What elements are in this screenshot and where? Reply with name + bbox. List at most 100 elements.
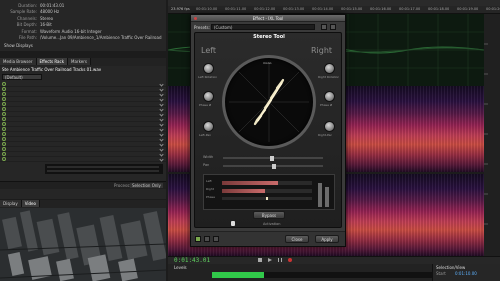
play-preview-button[interactable]: [213, 236, 219, 242]
effect-slot-power-icon[interactable]: [2, 107, 6, 111]
transport-bar: 0:01:43.01: [168, 256, 500, 264]
plugin-footer: Close Apply: [191, 231, 345, 246]
chevron-right-icon[interactable]: [159, 106, 164, 112]
file-info-value: 16-Bit: [40, 22, 52, 28]
effect-slot-power-icon[interactable]: [2, 152, 6, 156]
effect-slot-power-icon[interactable]: [2, 137, 6, 141]
chevron-right-icon[interactable]: [159, 141, 164, 147]
chevron-right-icon[interactable]: [159, 126, 164, 132]
bypass-button[interactable]: Bypass: [253, 211, 285, 219]
effect-slot-power-icon[interactable]: [2, 157, 6, 161]
stereo-tool-body: Stereo Tool Left Right mono Left Rotatio…: [194, 32, 342, 228]
meter-vertical-bars: [316, 177, 332, 207]
effect-slot-power-icon[interactable]: [2, 122, 6, 126]
file-info-value: 48000 Hz: [40, 9, 60, 15]
preset-delete-icon[interactable]: [330, 24, 336, 30]
timeline-ruler: 23.976 fps 00:01:10.00 00:01:11.00 00:01:1…: [168, 6, 500, 14]
right-pan-knob[interactable]: [324, 121, 335, 132]
pan-slider-thumb[interactable]: [272, 164, 276, 169]
chevron-right-icon[interactable]: [159, 146, 164, 152]
phase-left-knob[interactable]: [203, 91, 214, 102]
loop-toggle[interactable]: [204, 236, 210, 242]
right-knob-label-1: Right Rotation: [318, 75, 340, 79]
close-button[interactable]: Close: [285, 235, 309, 243]
left-level-meter: [222, 181, 312, 185]
left-tab[interactable]: Markers: [68, 58, 91, 65]
plugin-presets-row: Presets: (Custom): [191, 23, 345, 31]
width-slider-row: Width: [203, 155, 335, 161]
file-info-row: Sample Rate: 48000 Hz: [4, 9, 164, 16]
effect-slot-power-icon[interactable]: [2, 82, 6, 86]
right-knob-label-3: Right-Pan: [318, 133, 333, 137]
timeline-tick-label: 00:01:17.00: [399, 7, 421, 11]
left-tab[interactable]: Effects Rack: [36, 58, 69, 65]
pan-label: Pan: [203, 163, 210, 167]
pan-slider[interactable]: [223, 164, 323, 169]
right-level-meter: [222, 189, 312, 193]
process-select[interactable]: Selection Only: [130, 183, 163, 188]
chevron-right-icon[interactable]: [159, 116, 164, 122]
video-tab[interactable]: Display: [0, 200, 22, 207]
width-slider-thumb[interactable]: [270, 156, 274, 161]
chevron-right-icon[interactable]: [159, 111, 164, 117]
file-info-label: File Path:: [18, 35, 37, 41]
chevron-right-icon[interactable]: [159, 121, 164, 127]
effect-slot-power-icon[interactable]: [2, 102, 6, 106]
selection-start-value[interactable]: 0:01:10.00: [455, 271, 477, 276]
goniometer: mono: [222, 55, 316, 149]
apply-button[interactable]: Apply: [315, 235, 339, 243]
left-knob-column: Left Rotation Phase Ø Left-Pan: [198, 63, 220, 153]
chevron-right-icon[interactable]: [159, 136, 164, 142]
process-label: Process:: [114, 183, 131, 188]
file-info-row: Bit Depth: 16-Bit: [4, 22, 164, 29]
stop-button[interactable]: [258, 258, 262, 262]
effect-slot-power-icon[interactable]: [2, 92, 6, 96]
play-button[interactable]: [268, 258, 272, 262]
effect-slot[interactable]: [0, 156, 166, 162]
left-tab[interactable]: Media Browser: [0, 58, 37, 65]
chevron-right-icon[interactable]: [159, 81, 164, 87]
timeline-tick-label: 00:01:15.00: [341, 7, 363, 11]
video-preview: [0, 208, 166, 281]
power-toggle[interactable]: [195, 236, 201, 242]
chevron-right-icon[interactable]: [159, 131, 164, 137]
activation-footer: Activation: [203, 221, 335, 227]
right-rotation-knob[interactable]: [324, 63, 335, 74]
video-tab[interactable]: Video: [21, 200, 40, 207]
chevron-right-icon[interactable]: [159, 96, 164, 102]
chevron-right-icon[interactable]: [159, 91, 164, 97]
effect-slot-power-icon[interactable]: [2, 117, 6, 121]
chevron-right-icon[interactable]: [159, 151, 164, 157]
effect-slot-power-icon[interactable]: [2, 132, 6, 136]
file-info-row: Channels: Stereo: [4, 15, 164, 22]
chevron-right-icon[interactable]: [159, 86, 164, 92]
show-displays-toggle[interactable]: Show Displays: [4, 43, 33, 48]
chevron-right-icon[interactable]: [159, 156, 164, 162]
effect-slot-power-icon[interactable]: [2, 87, 6, 91]
effect-slot-power-icon[interactable]: [2, 142, 6, 146]
meter-row-labels: Left Right Phase: [206, 179, 220, 203]
city-aerial-image: [0, 208, 166, 281]
preset-save-icon[interactable]: [321, 24, 327, 30]
effect-slot-power-icon[interactable]: [2, 127, 6, 131]
width-slider[interactable]: [223, 156, 323, 161]
chevron-right-icon[interactable]: [159, 101, 164, 107]
levels-label: Levels: [174, 265, 187, 270]
effect-slot-power-icon[interactable]: [2, 112, 6, 116]
video-panel-tabs: Display Video: [0, 200, 166, 208]
effect-slot-power-icon[interactable]: [2, 147, 6, 151]
left-rotation-knob[interactable]: [203, 63, 214, 74]
effect-slot-power-icon[interactable]: [2, 97, 6, 101]
pause-button[interactable]: [278, 258, 282, 262]
effects-rack-preset-select[interactable]: (Default): [2, 74, 42, 80]
left-panel-tabs: Media Browser Effects Rack Markers: [0, 58, 166, 66]
record-button[interactable]: [288, 258, 292, 262]
level-meter: [212, 272, 432, 278]
left-knob-label-1: Left Rotation: [198, 75, 218, 79]
file-info-label: Bit Depth:: [16, 22, 37, 28]
left-pan-knob[interactable]: [203, 121, 214, 132]
phase-right-knob[interactable]: [324, 91, 335, 102]
right-label: Right: [311, 46, 333, 55]
activation-icon[interactable]: [231, 221, 235, 226]
plugin-presets-select[interactable]: (Custom): [211, 24, 315, 30]
